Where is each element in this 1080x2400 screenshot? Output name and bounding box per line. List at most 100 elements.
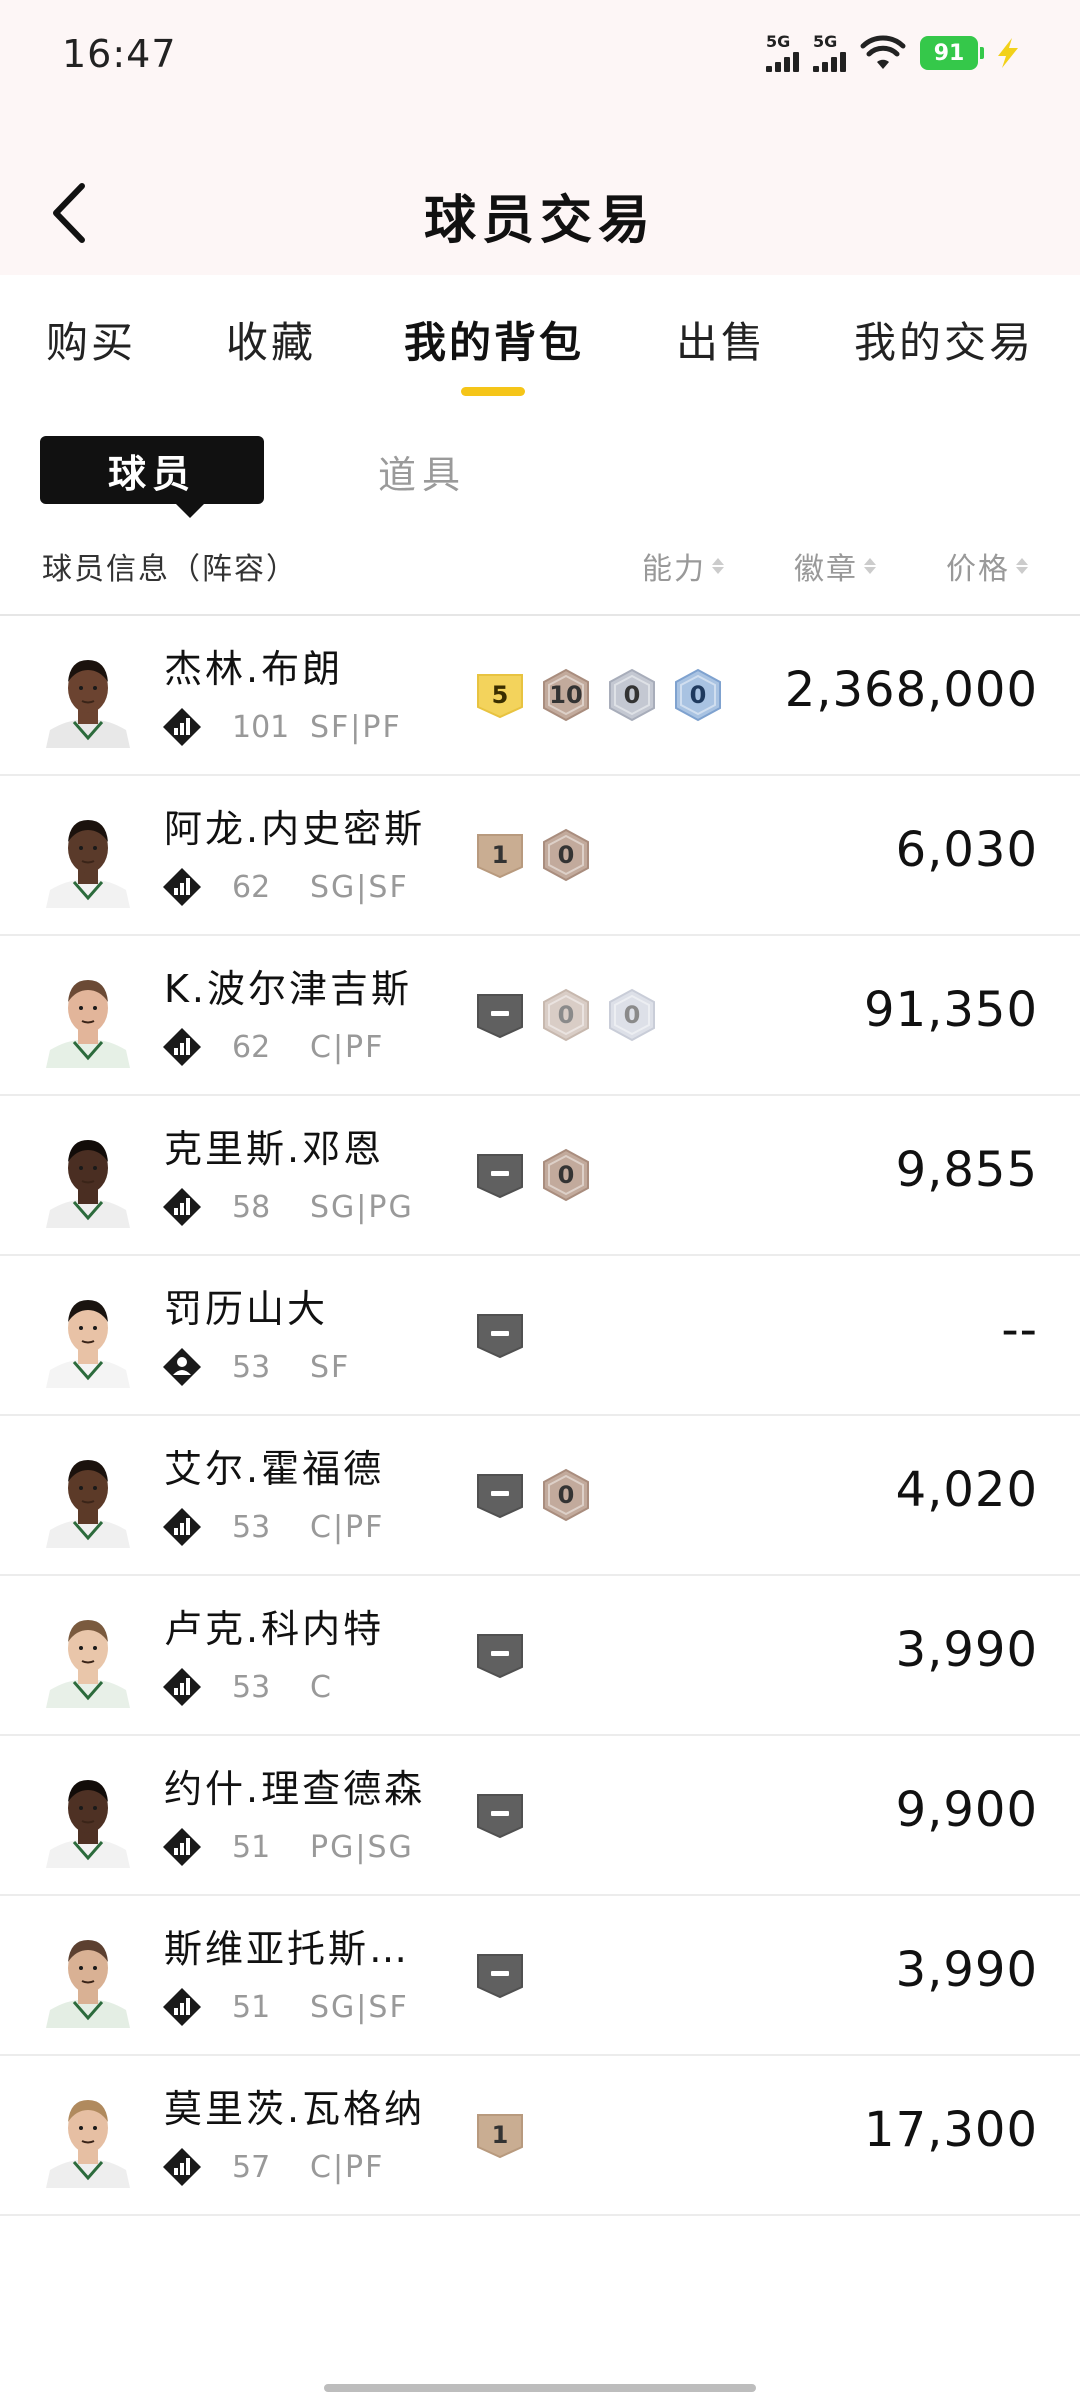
player-row[interactable]: 卢克.科内特 53 C 3,990 — [0, 1576, 1080, 1736]
badge-group — [474, 1306, 526, 1364]
page-title: 球员交易 — [423, 191, 656, 251]
sort-ability[interactable]: 能力 — [642, 544, 724, 588]
sort-arrows-icon — [864, 558, 876, 574]
player-position: C|PF — [310, 2149, 385, 2185]
empty-badge-icon — [474, 1307, 526, 1363]
empty-badge-icon — [474, 987, 526, 1043]
badge-count: 0 — [557, 1481, 575, 1509]
player-name: 阿龙.内史密斯 — [164, 807, 426, 851]
player-price: -- — [1001, 1302, 1038, 1358]
bar-chart-diamond-icon — [163, 2148, 201, 2186]
player-row[interactable]: 莫里茨.瓦格纳 57 C|PF 1 17,300 — [0, 2056, 1080, 2216]
tab-sell[interactable]: 出售 — [676, 309, 766, 370]
player-meta: 51 SG|SF — [162, 1984, 409, 2030]
player-rating: 62 — [232, 869, 271, 905]
player-rating: 53 — [232, 1349, 271, 1385]
empty-badge-icon — [474, 1627, 526, 1683]
player-meta: 51 PG|SG — [162, 1824, 414, 1870]
status-icons: 5G 5G 91 — [766, 34, 1022, 72]
badge-group: 10 — [474, 826, 592, 884]
bar-chart-diamond-icon — [163, 1988, 201, 2026]
player-avatar — [40, 1446, 136, 1548]
badge-count: 0 — [557, 1001, 575, 1029]
badge-group: 1 — [474, 2106, 526, 2164]
badge-group: 5 10 0 0 — [474, 666, 724, 724]
player-position: C — [310, 1669, 333, 1705]
player-price: 4,020 — [895, 1462, 1038, 1518]
player-row[interactable]: 罚历山大 53 SF -- — [0, 1256, 1080, 1416]
player-row[interactable]: 艾尔.霍福德 53 C|PF 0 4,020 — [0, 1416, 1080, 1576]
battery-icon: 91 — [920, 36, 984, 70]
player-avatar — [40, 2086, 136, 2188]
player-meta: 53 C — [162, 1664, 333, 1710]
badge-count: 1 — [491, 2121, 509, 2149]
empty-badge-icon — [474, 1467, 526, 1523]
empty-badge-icon — [474, 1787, 526, 1843]
wifi-icon — [860, 35, 906, 69]
player-row[interactable]: K.波尔津吉斯 62 C|PF 0 0 91,350 — [0, 936, 1080, 1096]
player-row[interactable]: 杰林.布朗 101 SF|PF 5 10 0 0 2,368,000 — [0, 616, 1080, 776]
player-meta: 62 SG|SF — [162, 864, 409, 910]
player-avatar — [40, 1926, 136, 2028]
sort-arrows-icon — [712, 558, 724, 574]
player-avatar — [40, 1286, 136, 1388]
player-position: PG|SG — [310, 1829, 414, 1865]
player-avatar — [40, 966, 136, 1068]
status-bar: 16:47 5G 5G 91 — [0, 0, 1080, 110]
player-name: 罚历山大 — [164, 1287, 329, 1331]
sort-price[interactable]: 价格 — [946, 544, 1028, 588]
tab-my-trades[interactable]: 我的交易 — [854, 309, 1034, 370]
player-name: 杰林.布朗 — [164, 647, 344, 691]
sub-tabs: 球员 道具 — [0, 430, 1080, 518]
player-meta: 53 SF — [162, 1344, 350, 1390]
status-time: 16:47 — [62, 32, 177, 76]
player-position: C|PF — [310, 1029, 385, 1065]
player-row[interactable]: 克里斯.邓恩 58 SG|PG 0 9,855 — [0, 1096, 1080, 1256]
badge-group — [474, 1786, 526, 1844]
silver-badge-icon: 0 — [606, 667, 658, 723]
cell-signal-icon: 5G — [766, 34, 799, 72]
empty-badge-icon — [474, 1947, 526, 2003]
player-rating: 53 — [232, 1509, 271, 1545]
player-position: C|PF — [310, 1509, 385, 1545]
badge-group: 00 — [474, 986, 658, 1044]
player-meta: 101 SF|PF — [162, 704, 402, 750]
player-meta: 57 C|PF — [162, 2144, 384, 2190]
badge-group — [474, 1626, 526, 1684]
badge-count: 0 — [689, 681, 707, 709]
sort-badge[interactable]: 徽章 — [794, 544, 876, 588]
bar-chart-diamond-icon — [163, 1188, 201, 1226]
badge-count: 0 — [557, 841, 575, 869]
home-indicator[interactable] — [324, 2384, 756, 2392]
player-price: 3,990 — [895, 1622, 1038, 1678]
tab-my-backpack[interactable]: 我的背包 — [404, 309, 584, 370]
player-price: 17,300 — [864, 2102, 1038, 2158]
player-name: 约什.理查德森 — [164, 1767, 426, 1811]
player-row[interactable]: 斯维亚托斯拉… 51 SG|SF 3,990 — [0, 1896, 1080, 2056]
player-avatar — [40, 806, 136, 908]
subtab-items[interactable]: 道具 — [378, 444, 466, 499]
player-name: 克里斯.邓恩 — [164, 1127, 385, 1171]
player-meta: 62 C|PF — [162, 1024, 384, 1070]
player-position: SG|PG — [310, 1189, 414, 1225]
player-meta: 58 SG|PG — [162, 1184, 414, 1230]
tab-favorites[interactable]: 收藏 — [226, 309, 316, 370]
badge-group: 0 — [474, 1146, 592, 1204]
badge-group: 0 — [474, 1466, 592, 1524]
bar-chart-diamond-icon — [163, 708, 201, 746]
player-row[interactable]: 约什.理查德森 51 PG|SG 9,900 — [0, 1736, 1080, 1896]
player-row[interactable]: 阿龙.内史密斯 62 SG|SF 1 0 6,030 — [0, 776, 1080, 936]
badge-count: 5 — [491, 681, 509, 709]
tab-buy[interactable]: 购买 — [46, 309, 136, 370]
player-position: SF|PF — [310, 709, 402, 745]
sort-arrows-icon — [1016, 558, 1028, 574]
badge-group — [474, 1946, 526, 2004]
subtab-players[interactable]: 球员 — [40, 436, 264, 518]
player-list: 杰林.布朗 101 SF|PF 5 10 0 0 2,368,000 阿龙.内史密斯 62 SG|S… — [0, 614, 1080, 2216]
title-bar: 球员交易 — [0, 110, 1080, 275]
bar-chart-diamond-icon — [163, 1828, 201, 1866]
player-avatar — [40, 1126, 136, 1228]
active-tab-indicator — [461, 387, 525, 396]
player-price: 2,368,000 — [784, 662, 1038, 718]
player-rating: 51 — [232, 1829, 271, 1865]
